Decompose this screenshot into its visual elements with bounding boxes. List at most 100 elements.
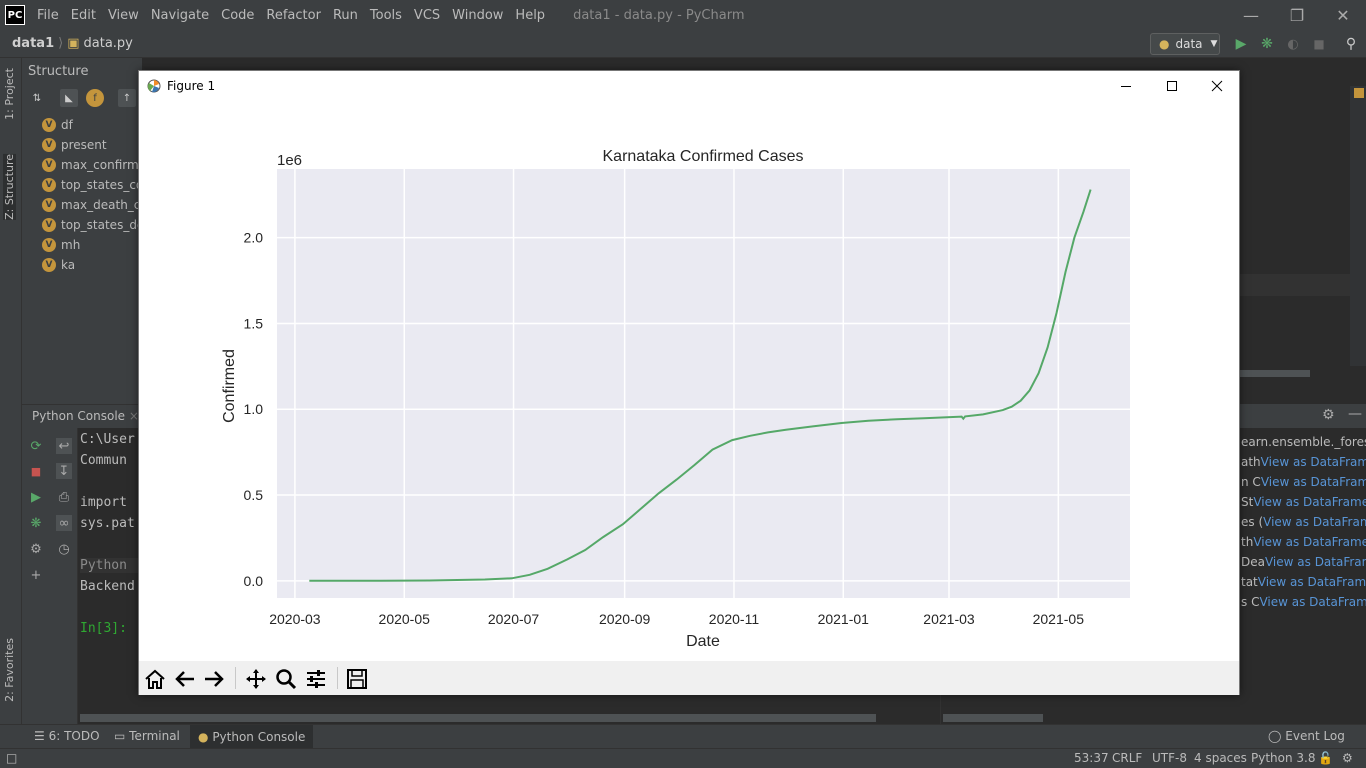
show-fields-icon[interactable]: f: [86, 89, 104, 107]
structure-item[interactable]: Vtop_states_con: [42, 175, 151, 195]
variable-row[interactable]: tat View as DataFrame: [1241, 572, 1366, 592]
structure-item[interactable]: Vmh: [42, 235, 80, 255]
zoom-icon[interactable]: [272, 665, 300, 693]
menu-window[interactable]: Window: [452, 8, 503, 23]
structure-tool-tab[interactable]: Z: Structure: [3, 154, 16, 220]
gear-icon[interactable]: ⚙: [1322, 407, 1335, 423]
restore-icon[interactable]: ❐: [1274, 0, 1320, 30]
event-log-tab[interactable]: ◯ Event Log: [1268, 729, 1345, 743]
menu-help[interactable]: Help: [515, 8, 545, 23]
settings-icon[interactable]: ⚙: [28, 541, 44, 557]
autoscroll-icon[interactable]: ↑: [118, 89, 136, 107]
run-icon[interactable]: ▶: [1232, 35, 1250, 53]
minimize-icon[interactable]: —: [1228, 0, 1274, 30]
breadcrumb-project[interactable]: data1: [12, 36, 54, 51]
debug-console-icon[interactable]: ❋: [28, 515, 44, 531]
new-console-icon[interactable]: +: [28, 567, 44, 583]
show-variables-icon[interactable]: ∞: [56, 515, 72, 531]
pan-icon[interactable]: [242, 665, 270, 693]
indentation[interactable]: 4 spaces: [1194, 751, 1247, 765]
save-figure-icon[interactable]: [343, 665, 371, 693]
show-inherited-icon[interactable]: ◣: [60, 89, 78, 107]
python-console-tab[interactable]: Python Console ×: [32, 409, 139, 423]
structure-item[interactable]: Vmax_confirme: [42, 155, 146, 175]
view-as-dataframe-link[interactable]: View as DataFrame: [1258, 575, 1366, 589]
forward-icon[interactable]: [200, 665, 228, 693]
project-tool-tab[interactable]: 1: Project: [3, 68, 16, 120]
python-console-bottom-tab[interactable]: ● Python Console: [190, 725, 314, 749]
coverage-icon[interactable]: ◐: [1284, 35, 1302, 53]
back-icon[interactable]: [171, 665, 199, 693]
figure-maximize-icon[interactable]: [1149, 71, 1195, 101]
line-separator[interactable]: CRLF: [1112, 751, 1142, 765]
view-as-dataframe-link[interactable]: View as DataFrame: [1265, 555, 1366, 569]
structure-item[interactable]: Vpresent: [42, 135, 107, 155]
variable-row[interactable]: DeaView as DataFrame: [1241, 552, 1366, 572]
line-chart[interactable]: 2020-03 2020-05 2020-07 2020-09 2020-11 2021-…: [139, 101, 1239, 661]
variable-row[interactable]: s C View as DataFrame: [1241, 592, 1366, 612]
editor-horizontal-scrollbar[interactable]: [1240, 370, 1310, 377]
inspector-icon[interactable]: ⚙: [1342, 751, 1353, 765]
breadcrumb-file[interactable]: data.py: [84, 36, 133, 51]
view-as-dataframe-link[interactable]: View as DataFrame: [1253, 495, 1366, 509]
structure-item[interactable]: Vmax_death_ca: [42, 195, 148, 215]
close-icon[interactable]: ✕: [1320, 0, 1366, 30]
scroll-to-end-icon[interactable]: ↧: [56, 463, 72, 479]
lock-icon[interactable]: 🔓: [1318, 751, 1333, 765]
view-as-dataframe-link[interactable]: View as DataFrame: [1261, 455, 1366, 469]
variable-row[interactable]: es (View as DataFrame: [1241, 512, 1366, 532]
figure-title-bar: Figure 1: [139, 71, 1239, 101]
warning-marker-icon[interactable]: [1354, 88, 1364, 98]
search-icon[interactable]: ⚲: [1342, 35, 1360, 53]
menu-vcs[interactable]: VCS: [414, 8, 440, 23]
stop-icon[interactable]: ■: [1310, 35, 1328, 53]
favorites-tool-tab[interactable]: 2: Favorites: [3, 638, 16, 702]
debug-icon[interactable]: ❋: [1258, 35, 1276, 53]
variable-row[interactable]: n C View as DataFrame: [1241, 472, 1366, 492]
terminal-tab[interactable]: ▭ Terminal: [114, 729, 180, 743]
menu-edit[interactable]: Edit: [71, 8, 96, 23]
view-as-dataframe-link[interactable]: View as DataFrame: [1253, 535, 1366, 549]
structure-item[interactable]: Vtop_states_dea: [42, 215, 152, 235]
history-icon[interactable]: ◷: [56, 541, 72, 557]
sort-alpha-icon[interactable]: ⇅: [28, 89, 46, 107]
view-as-dataframe-link[interactable]: View as DataFrame: [1263, 515, 1366, 529]
variable-row[interactable]: earn.ensemble._forest.R: [1241, 432, 1366, 452]
menu-view[interactable]: View: [108, 8, 139, 23]
figure-canvas[interactable]: 2020-03 2020-05 2020-07 2020-09 2020-11 2021-…: [139, 101, 1239, 661]
editor-scroll-gutter[interactable]: [1350, 86, 1366, 366]
file-encoding[interactable]: UTF-8: [1152, 751, 1187, 765]
figure-minimize-icon[interactable]: [1103, 71, 1149, 101]
variable-row[interactable]: th View as DataFrame: [1241, 532, 1366, 552]
execute-icon[interactable]: ▶: [28, 489, 44, 505]
print-icon[interactable]: ⎙: [56, 489, 72, 505]
todo-tab[interactable]: ☰ 6: TODO: [34, 729, 100, 743]
menu-run[interactable]: Run: [333, 8, 358, 23]
home-icon[interactable]: [141, 665, 169, 693]
console-horizontal-scrollbar[interactable]: [80, 714, 876, 722]
variable-row[interactable]: St View as DataFrame: [1241, 492, 1366, 512]
structure-item[interactable]: Vka: [42, 255, 75, 275]
figure-close-icon[interactable]: [1194, 71, 1240, 101]
structure-item[interactable]: Vdf: [42, 115, 73, 135]
view-as-dataframe-link[interactable]: View as DataFrame: [1261, 475, 1366, 489]
menu-navigate[interactable]: Navigate: [151, 8, 209, 23]
figure-window[interactable]: Figure 1 2020-03 2020-05 2020-07 2020-09 202…: [138, 70, 1240, 695]
menu-refactor[interactable]: Refactor: [266, 8, 321, 23]
stop-console-icon[interactable]: ■: [28, 463, 44, 479]
configure-subplots-icon[interactable]: [302, 665, 330, 693]
hide-panel-icon[interactable]: —: [1348, 406, 1362, 422]
python-interpreter[interactable]: Python 3.8: [1251, 751, 1316, 765]
toggle-tool-windows-icon[interactable]: □: [6, 751, 17, 765]
soft-wrap-icon[interactable]: ↩: [56, 438, 72, 454]
menu-tools[interactable]: Tools: [370, 8, 402, 23]
rerun-icon[interactable]: ⟳: [28, 438, 44, 454]
run-configuration-select[interactable]: ● data ▼: [1150, 33, 1220, 55]
console-prompt[interactable]: In[3]:: [80, 621, 127, 636]
variable-row[interactable]: ath View as DataFrame: [1241, 452, 1366, 472]
variables-horizontal-scrollbar[interactable]: [943, 714, 1043, 722]
menu-file[interactable]: File: [37, 8, 59, 23]
menu-code[interactable]: Code: [221, 8, 254, 23]
view-as-dataframe-link[interactable]: View as DataFrame: [1259, 595, 1366, 609]
caret-position[interactable]: 53:37: [1074, 751, 1109, 765]
